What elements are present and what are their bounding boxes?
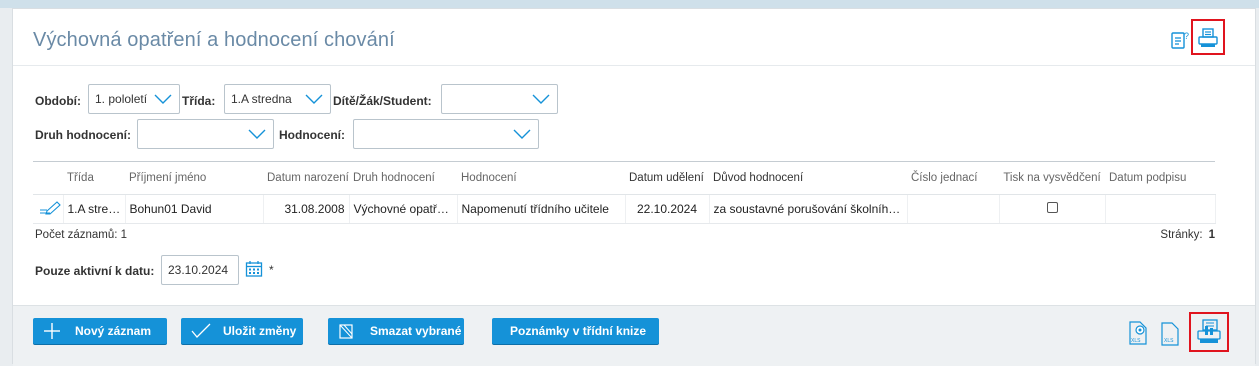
chevron-down-icon — [248, 129, 266, 139]
trash-icon — [338, 323, 360, 339]
edit-cell[interactable] — [33, 194, 64, 224]
col-reason[interactable]: Důvod hodnocení — [709, 161, 907, 195]
eval-type-select[interactable] — [137, 119, 274, 149]
cell-print[interactable] — [999, 194, 1106, 224]
col-birth[interactable]: Datum narození — [263, 161, 349, 195]
record-count: Počet záznamů: 1 — [35, 229, 128, 241]
col-date[interactable]: Datum udělení — [625, 161, 709, 195]
header-divider — [13, 65, 1255, 66]
col-eval[interactable]: Hodnocení — [457, 161, 625, 195]
class-label: Třída: — [182, 94, 216, 108]
col-class[interactable]: Třída — [63, 161, 125, 195]
class-select[interactable]: 1.A stredna — [224, 84, 331, 114]
plus-icon — [43, 323, 65, 339]
col-name[interactable]: Příjmení jméno — [125, 161, 263, 195]
save-button[interactable]: Uložit změny — [181, 318, 303, 344]
required-mark: * — [269, 263, 274, 277]
student-select[interactable] — [441, 84, 558, 114]
cell-eval: Napomenutí třídního učitele — [457, 194, 626, 224]
student-label: Dítě/Žák/Student: — [333, 94, 432, 108]
cell-birth: 31.08.2008 — [263, 194, 350, 224]
col-sign[interactable]: Datum podpisu — [1105, 161, 1215, 195]
col-edit — [33, 161, 63, 195]
cell-reason: za soustavné porušování školního … — [709, 194, 908, 224]
print-checkbox[interactable] — [1046, 202, 1058, 213]
records-table: Třída Příjmení jméno Datum narození Druh… — [33, 161, 1216, 224]
cell-type: Výchovné opatření — [349, 194, 458, 224]
cell-date: 22.10.2024 — [625, 194, 710, 224]
chevron-down-icon — [154, 94, 172, 104]
col-type[interactable]: Druh hodnocení — [349, 161, 457, 195]
notes-label: Poznámky v třídní knize — [510, 324, 647, 338]
new-record-button[interactable]: Nový záznam — [33, 318, 167, 344]
eval-type-label: Druh hodnocení: — [35, 128, 131, 142]
svg-text:XLS: XLS — [1131, 338, 1141, 344]
period-value: 1. pololetí — [95, 92, 148, 106]
top-strip — [0, 0, 1259, 8]
calendar-icon[interactable] — [245, 260, 263, 281]
print-report-icon[interactable] — [1195, 318, 1223, 349]
active-date-label: Pouze aktivní k datu: — [35, 264, 155, 278]
pages-value[interactable]: 1 — [1209, 229, 1215, 241]
new-record-label: Nový záznam — [75, 324, 152, 338]
active-date-input[interactable]: 23.10.2024 — [161, 255, 239, 285]
save-label: Uložit změny — [223, 324, 297, 338]
help-doc-icon[interactable]: ? — [1169, 29, 1191, 51]
delete-label: Smazat vybrané — [370, 324, 462, 338]
col-ref[interactable]: Číslo jednací — [907, 161, 999, 195]
checkmark-icon — [191, 323, 213, 339]
delete-selected-button[interactable]: Smazat vybrané — [328, 318, 464, 344]
chevron-down-icon — [305, 94, 323, 104]
col-print[interactable]: Tisk na vysvědčení — [999, 161, 1105, 195]
page-title: Výchovná opatření a hodnocení chování — [33, 29, 395, 51]
class-book-notes-button[interactable]: Poznámky v třídní knize — [492, 318, 659, 344]
svg-text:?: ? — [1184, 31, 1189, 41]
main-panel: Výchovná opatření a hodnocení chování ? … — [12, 8, 1256, 366]
eval-label: Hodnocení: — [279, 128, 345, 142]
cell-name: Bohun01 David — [125, 194, 264, 224]
cell-ref — [907, 194, 1000, 224]
chevron-down-icon — [532, 94, 550, 104]
print-icon[interactable] — [1197, 27, 1219, 49]
xls-settings-icon[interactable]: XLS — [1126, 320, 1150, 349]
chevron-down-icon — [513, 129, 531, 139]
period-select[interactable]: 1. pololetí — [88, 84, 180, 114]
cell-class: 1.A stre… — [63, 194, 126, 224]
table-header-row: Třída Příjmení jméno Datum narození Druh… — [33, 161, 1215, 195]
period-label: Období: — [35, 94, 81, 108]
pager: Stránky: 1 — [1160, 229, 1215, 241]
table-row[interactable]: 1.A stre… Bohun01 David 31.08.2008 Výcho… — [33, 194, 1216, 224]
eval-select[interactable] — [353, 119, 539, 149]
svg-text:XLS: XLS — [1164, 338, 1174, 344]
footer-bar: Nový záznam Uložit změny Smazat vybrané … — [13, 305, 1255, 366]
class-value: 1.A stredna — [231, 92, 292, 106]
xls-export-icon[interactable]: XLS — [1160, 322, 1180, 349]
pages-label: Stránky: — [1160, 229, 1203, 241]
cell-sign — [1105, 194, 1216, 224]
edit-pencil-icon[interactable] — [39, 200, 61, 215]
